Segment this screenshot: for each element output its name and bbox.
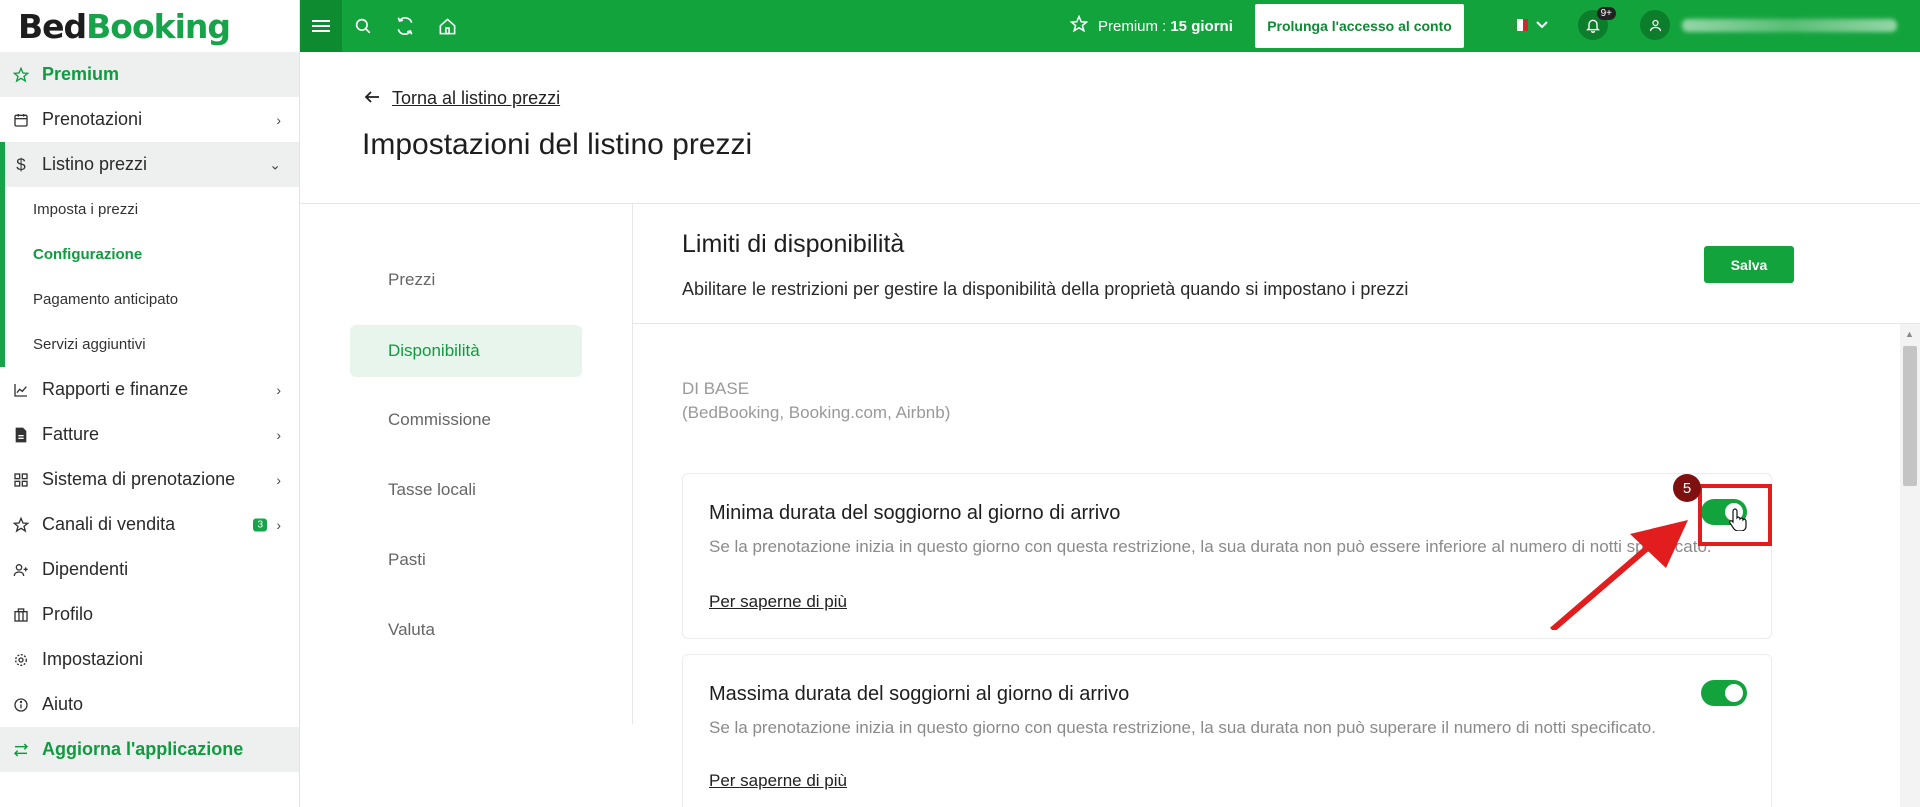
group-label: DI BASE (BedBooking, Booking.com, Airbnb… bbox=[682, 377, 950, 425]
sidebar-item-label: Impostazioni bbox=[42, 649, 144, 669]
restriction-card: Massima durata del soggiorni al giorno d… bbox=[682, 654, 1772, 807]
sidebar: Bed Booking Premium Prenotazioni › $ List… bbox=[0, 0, 300, 807]
sidebar-item-label: Aiuto bbox=[42, 694, 84, 714]
tab-valuta[interactable]: Valuta bbox=[350, 604, 582, 656]
sidebar-item-label: Listino prezzi bbox=[42, 154, 148, 174]
tab-prezzi[interactable]: Prezzi bbox=[350, 254, 582, 306]
submenu-item-imposta-prezzi[interactable]: Imposta i prezzi bbox=[5, 187, 299, 232]
group-label-channels: (BedBooking, Booking.com, Airbnb) bbox=[682, 403, 951, 422]
grid-icon bbox=[12, 471, 30, 489]
divider bbox=[633, 323, 1920, 324]
search-icon[interactable] bbox=[342, 0, 384, 52]
info-icon bbox=[12, 696, 30, 714]
invoice-icon bbox=[12, 426, 30, 444]
divider bbox=[632, 204, 633, 724]
sidebar-item-label: Rapporti e finanze bbox=[42, 379, 189, 399]
save-button[interactable]: Salva bbox=[1704, 246, 1794, 283]
user-plus-icon bbox=[12, 561, 30, 579]
back-to-pricelist-link[interactable]: Torna al listino prezzi bbox=[364, 88, 560, 109]
card-description: Se la prenotazione inizia in questo gior… bbox=[709, 718, 1656, 737]
divider bbox=[300, 203, 1920, 204]
chevron-down-icon bbox=[1536, 16, 1548, 34]
chevron-right-icon: › bbox=[276, 516, 281, 533]
italy-flag-icon bbox=[1512, 19, 1528, 31]
sidebar-item-premium[interactable]: Premium bbox=[0, 52, 299, 97]
arrow-left-icon bbox=[364, 88, 380, 109]
star-icon bbox=[1069, 14, 1089, 37]
chevron-right-icon: › bbox=[276, 111, 281, 128]
submenu-item-configurazione[interactable]: Configurazione bbox=[5, 232, 299, 277]
group-label-title: DI BASE bbox=[682, 379, 750, 398]
premium-label: Premium : bbox=[1098, 17, 1167, 35]
sidebar-item-aggiorna[interactable]: Aggiorna l'applicazione bbox=[0, 727, 299, 772]
sidebar-item-label: Sistema di prenotazione bbox=[42, 469, 236, 489]
language-selector[interactable] bbox=[1512, 16, 1548, 34]
premium-days: 15 giorni bbox=[1170, 17, 1233, 35]
sidebar-item-canali-vendita[interactable]: Canali di vendita 3 › bbox=[0, 502, 299, 547]
star-icon bbox=[12, 66, 30, 84]
page-title: Impostazioni del listino prezzi bbox=[362, 128, 753, 161]
back-link-label: Torna al listino prezzi bbox=[392, 88, 561, 108]
notifications-bell-icon[interactable]: 9+ bbox=[1578, 7, 1616, 40]
submenu-item-pagamento-anticipato[interactable]: Pagamento anticipato bbox=[5, 277, 299, 322]
hand-cursor-icon bbox=[1729, 508, 1747, 531]
sidebar-item-label: Premium bbox=[42, 64, 120, 84]
star-icon bbox=[12, 516, 30, 534]
chevron-down-icon: ⌄ bbox=[269, 156, 281, 172]
annotation-step-number: 5 bbox=[1673, 474, 1701, 502]
calendar-icon bbox=[12, 111, 30, 129]
sidebar-item-impostazioni[interactable]: Impostazioni bbox=[0, 637, 299, 682]
toggle-knob bbox=[1725, 684, 1743, 702]
premium-status: Premium : 15 giorni bbox=[1069, 0, 1233, 52]
chevron-right-icon: › bbox=[276, 426, 281, 443]
scrollbar-thumb[interactable] bbox=[1903, 346, 1917, 486]
tab-tasse-locali[interactable]: Tasse locali bbox=[350, 464, 582, 516]
sidebar-item-label: Canali di vendita bbox=[42, 514, 176, 534]
topbar: Premium : 15 giorni Prolunga l'accesso a… bbox=[300, 0, 1920, 52]
tab-commissione[interactable]: Commissione bbox=[350, 394, 582, 446]
sidebar-item-prenotazioni[interactable]: Prenotazioni › bbox=[0, 97, 299, 142]
refresh-arrows-icon bbox=[12, 741, 30, 759]
section-description: Abilitare le restrizioni per gestire la … bbox=[682, 279, 1409, 299]
sidebar-item-label: Prenotazioni bbox=[42, 109, 143, 129]
annotation-arrow-icon bbox=[1550, 520, 1688, 630]
scroll-up-arrow-icon[interactable]: ▲ bbox=[1905, 329, 1914, 339]
sidebar-item-listino-prezzi[interactable]: $ Listino prezzi ⌄ bbox=[0, 142, 299, 187]
app-logo[interactable]: Bed Booking bbox=[0, 0, 299, 52]
sidebar-item-label: Aggiorna l'applicazione bbox=[42, 739, 244, 759]
submenu-item-servizi-aggiuntivi[interactable]: Servizi aggiuntivi bbox=[5, 322, 299, 367]
building-icon bbox=[12, 606, 30, 624]
tab-pasti[interactable]: Pasti bbox=[350, 534, 582, 586]
user-avatar-icon[interactable] bbox=[1640, 10, 1670, 40]
tab-disponibilita[interactable]: Disponibilità bbox=[350, 325, 582, 377]
count-badge: 3 bbox=[253, 518, 267, 531]
dollar-icon: $ bbox=[16, 154, 26, 174]
learn-more-link[interactable]: Per saperne di più bbox=[709, 592, 847, 612]
sidebar-item-rapporti[interactable]: Rapporti e finanze › bbox=[0, 367, 299, 412]
sidebar-item-aiuto[interactable]: Aiuto bbox=[0, 682, 299, 727]
sidebar-item-label: Fatture bbox=[42, 424, 100, 444]
home-icon[interactable] bbox=[426, 0, 468, 52]
chevron-right-icon: › bbox=[276, 471, 281, 488]
learn-more-link[interactable]: Per saperne di più bbox=[709, 771, 847, 791]
sidebar-item-label: Profilo bbox=[42, 604, 94, 624]
restriction-toggle[interactable] bbox=[1701, 680, 1747, 706]
hamburger-menu-icon[interactable] bbox=[300, 0, 342, 52]
chart-line-icon bbox=[12, 381, 30, 399]
chevron-right-icon: › bbox=[276, 381, 281, 398]
extend-access-button[interactable]: Prolunga l'accesso al conto bbox=[1255, 4, 1464, 48]
sidebar-item-dipendenti[interactable]: Dipendenti bbox=[0, 547, 299, 592]
sidebar-item-fatture[interactable]: Fatture › bbox=[0, 412, 299, 457]
card-title: Massima durata del soggiorni al giorno d… bbox=[709, 683, 1130, 705]
gear-icon bbox=[12, 651, 30, 669]
section-title: Limiti di disponibilità bbox=[682, 230, 905, 258]
sync-icon[interactable] bbox=[384, 0, 426, 52]
sidebar-item-profilo[interactable]: Profilo bbox=[0, 592, 299, 637]
sidebar-item-label: Dipendenti bbox=[42, 559, 129, 579]
sidebar-submenu: Imposta i prezzi Configurazione Pagament… bbox=[0, 187, 299, 367]
user-email-blurred[interactable] bbox=[1682, 19, 1897, 32]
sidebar-item-sistema-prenotazione[interactable]: Sistema di prenotazione › bbox=[0, 457, 299, 502]
card-title: Minima durata del soggiorno al giorno di… bbox=[709, 502, 1121, 524]
notifications-badge: 9+ bbox=[1596, 7, 1616, 20]
